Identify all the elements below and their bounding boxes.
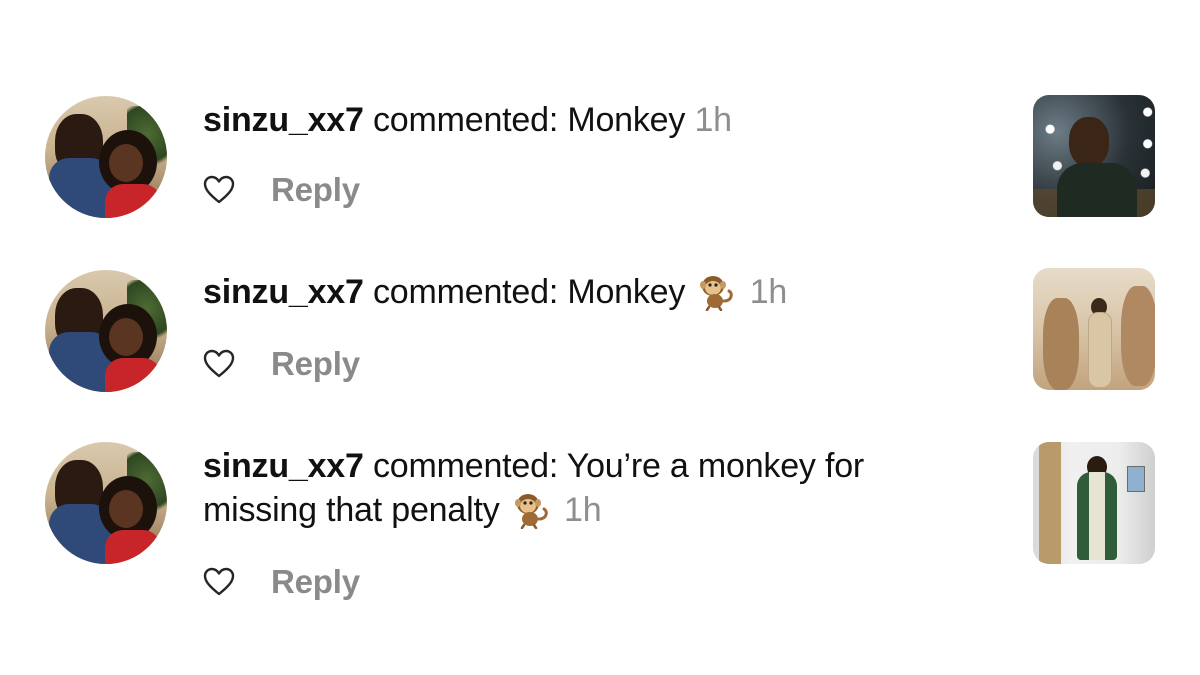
- monkey-emoji-icon: [514, 494, 548, 529]
- comment-timestamp: 1h: [749, 273, 788, 311]
- reply-button[interactable]: Reply: [271, 171, 360, 209]
- comment-body: Monkey: [567, 101, 686, 139]
- heart-outline-icon[interactable]: [203, 175, 235, 205]
- comment-timestamp: 1h: [694, 101, 732, 139]
- comment-username[interactable]: sinzu_xx7: [203, 273, 364, 311]
- comment-text: sinzu_xx7 commented: Monkey 1h: [203, 270, 1013, 314]
- comment-text: sinzu_xx7 commented: Monkey 1h: [203, 98, 1013, 142]
- commenter-avatar[interactable]: [45, 442, 167, 564]
- heart-outline-icon[interactable]: [203, 567, 235, 597]
- post-thumbnail[interactable]: [1033, 95, 1155, 217]
- comment-body: Monkey: [567, 273, 686, 311]
- reply-button[interactable]: Reply: [271, 563, 360, 601]
- commenter-avatar[interactable]: [45, 270, 167, 392]
- post-thumbnail[interactable]: [1033, 442, 1155, 564]
- comment-action: commented:: [372, 273, 559, 311]
- comment-timestamp: 1h: [564, 491, 602, 529]
- reply-button[interactable]: Reply: [271, 345, 360, 383]
- comment-actions: Reply: [203, 562, 360, 602]
- commenter-avatar[interactable]: [45, 96, 167, 218]
- comment-actions: Reply: [203, 344, 360, 384]
- comment-username[interactable]: sinzu_xx7: [203, 447, 364, 485]
- post-thumbnail[interactable]: [1033, 268, 1155, 390]
- comment-action: commented:: [372, 447, 559, 485]
- heart-outline-icon[interactable]: [203, 349, 235, 379]
- monkey-emoji-icon: [700, 276, 734, 311]
- comment-username[interactable]: sinzu_xx7: [203, 101, 364, 139]
- comment-actions: Reply: [203, 170, 360, 210]
- comment-body: You’re a monkey for: [566, 447, 865, 485]
- comment-action: commented:: [372, 101, 559, 139]
- comment-body-line2: missing that penalty: [203, 491, 500, 529]
- comment-text: sinzu_xx7 commented: You’re a monkey for…: [203, 444, 1013, 532]
